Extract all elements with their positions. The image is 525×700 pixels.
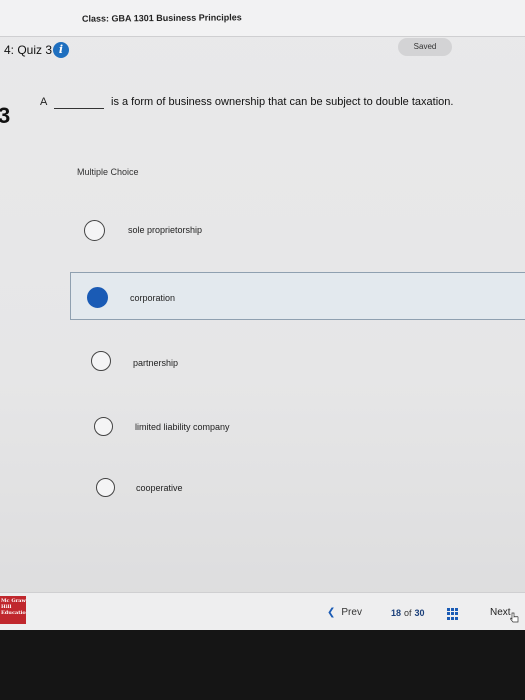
quiz-screen: Class: GBA 1301 Business Principles 4: Q… — [0, 0, 525, 630]
radio-button[interactable] — [91, 351, 111, 371]
grid-icon[interactable] — [447, 608, 459, 620]
question-lead: A — [40, 96, 48, 108]
answer-option-label: sole proprietorship — [128, 225, 203, 235]
prev-button[interactable]: ❮ Prev — [327, 607, 362, 618]
info-icon[interactable]: i — [53, 42, 69, 58]
current-page: 18 — [391, 608, 402, 618]
radio-button[interactable] — [84, 220, 105, 241]
quiz-title: 4: Quiz 3 — [4, 43, 53, 57]
mcgraw-hill-logo: Mc Graw Hill Education — [0, 596, 26, 624]
answer-option-label: corporation — [130, 293, 176, 303]
radio-button-selected[interactable] — [87, 287, 108, 308]
top-bar: Class: GBA 1301 Business Principles — [0, 0, 525, 37]
next-button[interactable]: Next — [490, 607, 511, 618]
saved-badge: Saved — [398, 38, 452, 56]
page-counter[interactable]: 18 of 30 — [391, 608, 425, 618]
question-number: 3 — [0, 103, 11, 128]
question-type-label: Multiple Choice — [77, 167, 139, 177]
class-label: Class: GBA 1301 Business Principles — [81, 12, 242, 24]
chevron-left-icon: ❮ — [327, 607, 336, 618]
hand-cursor-icon — [510, 612, 519, 623]
total-pages: 30 — [414, 608, 425, 618]
question-text: is a form of business ownership that can… — [111, 96, 454, 108]
answer-option-label: limited liability company — [135, 422, 230, 432]
radio-button[interactable] — [94, 417, 113, 436]
question-blank — [54, 108, 104, 109]
prev-label: Prev — [341, 607, 362, 618]
answer-option-label: partnership — [133, 358, 179, 368]
page-of-label: of — [404, 608, 412, 618]
answer-option-label: cooperative — [136, 483, 183, 493]
radio-button[interactable] — [96, 478, 115, 497]
